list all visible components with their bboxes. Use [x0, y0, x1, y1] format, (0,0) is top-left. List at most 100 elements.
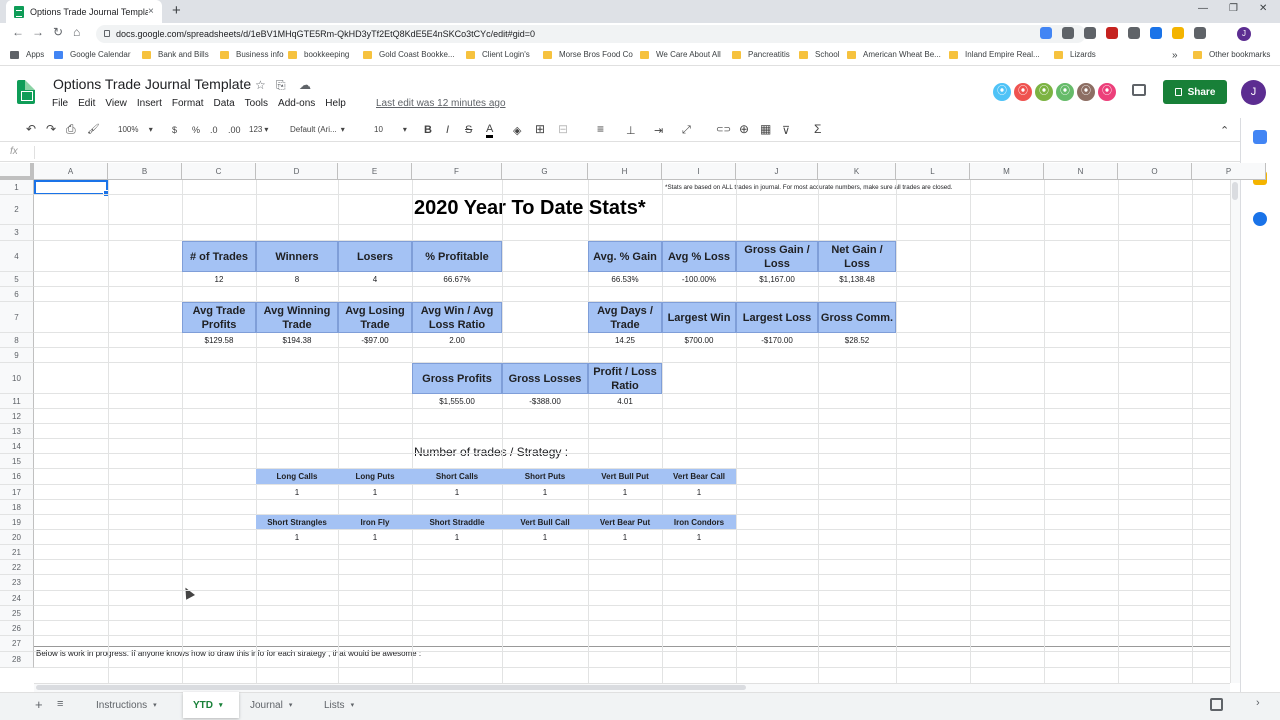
row-header[interactable]: 20: [0, 530, 34, 545]
functions-icon[interactable]: Σ: [814, 122, 821, 136]
home-button[interactable]: ⌂: [73, 25, 80, 39]
menu-tools[interactable]: Tools: [245, 98, 268, 109]
minimize-button[interactable]: —: [1198, 3, 1208, 14]
row-header[interactable]: 3: [0, 225, 34, 241]
row-header[interactable]: 16: [0, 469, 34, 485]
font-select[interactable]: Default (Ari... ▾: [290, 125, 345, 134]
vertical-scroll-thumb[interactable]: [1232, 182, 1238, 200]
extension-icon[interactable]: [1084, 27, 1096, 39]
bookmark-item[interactable]: Apps: [10, 50, 44, 59]
menu-insert[interactable]: Insert: [137, 98, 162, 109]
reload-button[interactable]: ↻: [53, 25, 63, 39]
row-header[interactable]: 1: [0, 180, 34, 195]
bookmark-item[interactable]: Morse Bros Food Co: [543, 50, 633, 59]
row-header[interactable]: 21: [0, 545, 34, 560]
bookmark-item[interactable]: Pancreatitis: [732, 50, 790, 59]
chevron-down-icon[interactable]: ▾: [153, 701, 157, 709]
row-header[interactable]: 28: [0, 652, 34, 668]
insert-chart-icon[interactable]: ▦: [760, 122, 771, 136]
row-header[interactable]: 17: [0, 485, 34, 500]
bookmark-item[interactable]: Business info: [220, 50, 284, 59]
extension-icon[interactable]: [1062, 27, 1074, 39]
text-color-button[interactable]: A: [486, 124, 494, 138]
tab-lists[interactable]: Lists ▾: [314, 692, 369, 718]
browser-tab[interactable]: Options Trade Journal Template ×: [6, 0, 162, 23]
bookmark-item[interactable]: Gold Coast Bookke...: [363, 50, 455, 59]
extension-icon[interactable]: [1194, 27, 1206, 39]
fill-color-icon[interactable]: ◈: [513, 124, 521, 137]
redo-icon[interactable]: ↷: [46, 122, 56, 136]
column-header[interactable]: H: [588, 163, 662, 180]
bookmark-item[interactable]: Bank and Bills: [142, 50, 209, 59]
chevron-down-icon[interactable]: ▾: [289, 701, 293, 709]
user-avatar[interactable]: J: [1241, 80, 1266, 105]
share-button[interactable]: Share: [1163, 80, 1227, 104]
column-header[interactable]: I: [662, 163, 736, 180]
row-header[interactable]: 10: [0, 363, 34, 394]
row-header[interactable]: 2: [0, 195, 34, 225]
column-header[interactable]: J: [736, 163, 818, 180]
comment-history-icon[interactable]: [1132, 84, 1146, 96]
star-icon[interactable]: ☆: [255, 78, 266, 92]
add-sheet-button[interactable]: +: [35, 697, 43, 712]
insert-link-icon[interactable]: ⊂⊃: [716, 124, 731, 135]
move-folder-icon[interactable]: ⎘: [276, 78, 286, 93]
undo-icon[interactable]: ↶: [26, 122, 36, 136]
merge-cells-icon[interactable]: ⊟: [558, 122, 568, 136]
back-button[interactable]: ←: [12, 25, 24, 39]
vertical-scrollbar[interactable]: [1230, 180, 1240, 683]
column-header[interactable]: E: [338, 163, 412, 180]
font-size-select[interactable]: 10 ▾: [374, 125, 407, 134]
url-field[interactable]: docs.google.com/spreadsheets/d/1eBV1MHqG…: [96, 25, 1086, 43]
bookmark-item[interactable]: bookkeeping: [288, 50, 349, 59]
print-icon[interactable]: ⎙: [66, 122, 76, 137]
extension-icon[interactable]: [1150, 27, 1162, 39]
row-header[interactable]: 23: [0, 575, 34, 591]
row-header[interactable]: 22: [0, 560, 34, 575]
bold-button[interactable]: B: [424, 124, 432, 136]
row-header[interactable]: 12: [0, 409, 34, 424]
row-header[interactable]: 8: [0, 333, 34, 348]
increase-decimal-button[interactable]: .00: [228, 125, 241, 135]
row-header[interactable]: 4: [0, 241, 34, 272]
italic-button[interactable]: I: [446, 124, 449, 136]
menu-view[interactable]: View: [105, 98, 127, 109]
row-header[interactable]: 27: [0, 636, 34, 652]
bookmark-item[interactable]: Inland Empire Real...: [949, 50, 1040, 59]
tab-ytd[interactable]: YTD ▾: [183, 692, 239, 718]
forward-button[interactable]: →: [32, 25, 44, 39]
collaborator-avatar[interactable]: ⦿: [991, 81, 1013, 103]
borders-icon[interactable]: ⊞: [535, 122, 545, 136]
column-header[interactable]: G: [502, 163, 588, 180]
row-header[interactable]: 6: [0, 287, 34, 302]
row-header[interactable]: 25: [0, 606, 34, 621]
extension-icon[interactable]: [1040, 27, 1052, 39]
menu-format[interactable]: Format: [172, 98, 204, 109]
currency-format-button[interactable]: $: [172, 125, 177, 135]
insert-comment-icon[interactable]: ⊕: [739, 122, 749, 136]
column-header[interactable]: D: [256, 163, 338, 180]
last-edit-link[interactable]: Last edit was 12 minutes ago: [376, 98, 506, 109]
bookmark-item[interactable]: School: [799, 50, 839, 59]
column-header[interactable]: M: [970, 163, 1044, 180]
document-title[interactable]: Options Trade Journal Template: [53, 76, 251, 92]
row-header[interactable]: 24: [0, 591, 34, 606]
chevron-down-icon[interactable]: ▾: [219, 701, 223, 709]
row-header[interactable]: 9: [0, 348, 34, 363]
paint-format-icon[interactable]: 🖌: [87, 124, 100, 135]
other-bookmarks[interactable]: Other bookmarks: [1193, 50, 1270, 59]
extension-icon[interactable]: [1106, 27, 1118, 39]
collaborator-avatar[interactable]: ⦿: [1012, 81, 1034, 103]
column-header[interactable]: C: [182, 163, 256, 180]
column-header[interactable]: K: [818, 163, 896, 180]
row-header[interactable]: 26: [0, 621, 34, 636]
bookmark-item[interactable]: We Care About All: [640, 50, 721, 59]
chevron-down-icon[interactable]: ▾: [351, 701, 355, 709]
row-header[interactable]: 15: [0, 454, 34, 469]
bookmark-item[interactable]: Lizards: [1054, 50, 1096, 59]
calendar-icon[interactable]: [1253, 130, 1267, 144]
extension-icon[interactable]: [1128, 27, 1140, 39]
close-tab-icon[interactable]: ×: [148, 6, 162, 17]
row-header[interactable]: 14: [0, 439, 34, 454]
cloud-status-icon[interactable]: ☁: [299, 78, 311, 92]
